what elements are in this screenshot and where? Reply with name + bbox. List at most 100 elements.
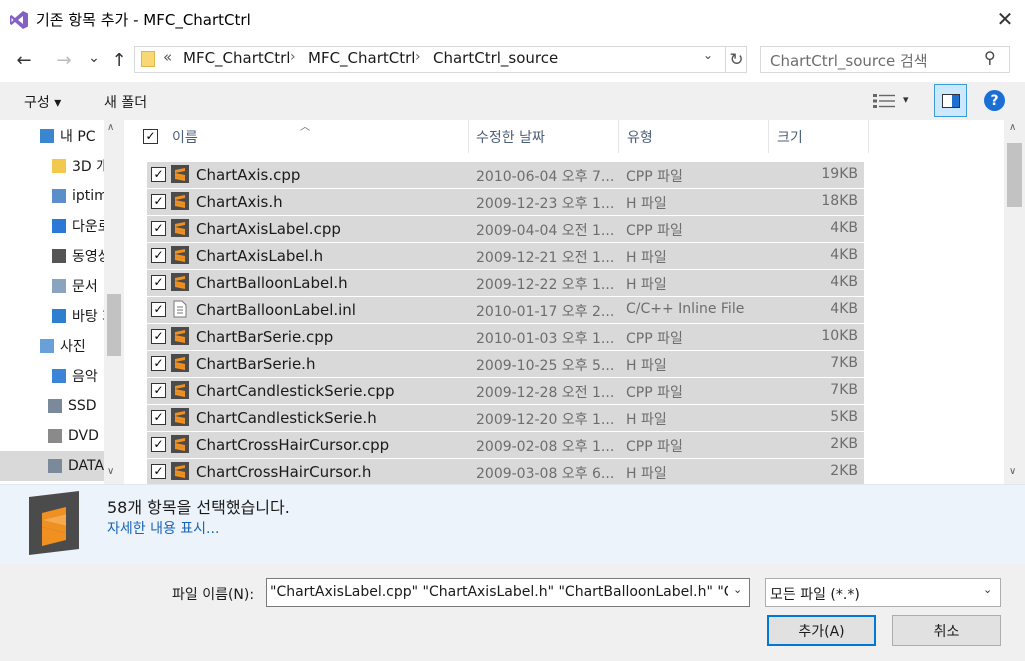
up-arrow-icon[interactable]: ↑ bbox=[107, 47, 131, 73]
file-date: 2009-12-23 오후 1... bbox=[476, 196, 614, 212]
file-date: 2009-12-20 오후 1... bbox=[476, 412, 614, 428]
breadcrumb-separator-icon[interactable]: › bbox=[290, 49, 296, 65]
sidebar-item[interactable]: 동영상 bbox=[0, 241, 104, 271]
file-size: 2KB bbox=[830, 436, 858, 452]
file-checkbox[interactable]: ✓ bbox=[151, 221, 166, 236]
file-checkbox[interactable]: ✓ bbox=[151, 275, 166, 290]
back-arrow-icon[interactable]: ← bbox=[12, 47, 36, 73]
file-checkbox[interactable]: ✓ bbox=[151, 248, 166, 263]
new-folder-button[interactable]: 새 폴더 bbox=[104, 92, 147, 112]
file-checkbox[interactable]: ✓ bbox=[151, 383, 166, 398]
sidebar-item[interactable]: SSD bbox=[0, 391, 104, 421]
breadcrumb-separator-icon[interactable]: › bbox=[415, 49, 421, 65]
file-type-value[interactable]: 모든 파일 (*.*) bbox=[770, 584, 860, 604]
sidebar-item-label: 동영상 bbox=[72, 249, 104, 265]
scroll-down-icon[interactable]: ∨ bbox=[1009, 466, 1016, 477]
breadcrumb-item[interactable]: MFC_ChartCtrl bbox=[183, 49, 290, 67]
file-type: C/C++ Inline File bbox=[626, 301, 745, 317]
close-icon[interactable]: ✕ bbox=[985, 0, 1025, 38]
view-options-icon[interactable] bbox=[873, 94, 895, 108]
column-header-date[interactable]: 수정한 날짜 bbox=[476, 120, 545, 153]
file-size: 4KB bbox=[830, 274, 858, 290]
sidebar-item[interactable]: 사진 bbox=[0, 331, 104, 361]
add-button[interactable]: 추가(A) bbox=[767, 615, 876, 646]
sidebar-item[interactable]: DATA bbox=[0, 451, 104, 481]
file-name: ChartCrossHairCursor.h bbox=[196, 463, 372, 481]
file-type: CPP 파일 bbox=[626, 439, 683, 455]
column-header-size[interactable]: 크기 bbox=[777, 120, 803, 153]
scroll-down-icon[interactable]: ∨ bbox=[107, 466, 114, 477]
column-divider[interactable] bbox=[468, 120, 469, 153]
cancel-button[interactable]: 취소 bbox=[892, 615, 1001, 646]
scroll-up-icon[interactable]: ∧ bbox=[107, 122, 114, 133]
sublime-icon bbox=[171, 273, 189, 291]
breadcrumb-item[interactable]: MFC_ChartCtrl bbox=[308, 49, 415, 67]
recent-locations-chevron-icon[interactable]: ⌄ bbox=[82, 45, 106, 71]
navigation-scrollbar-thumb[interactable] bbox=[107, 294, 121, 356]
sublime-icon bbox=[171, 165, 189, 183]
sidebar-item-label: 바탕 화면 bbox=[72, 309, 104, 325]
file-checkbox[interactable]: ✓ bbox=[151, 302, 166, 317]
sidebar-item-label: 다운로드 bbox=[72, 219, 104, 235]
preview-pane-button[interactable] bbox=[934, 84, 967, 117]
visual-studio-icon bbox=[10, 11, 28, 29]
column-divider[interactable] bbox=[618, 120, 619, 153]
breadcrumb-overflow-icon[interactable]: « bbox=[163, 48, 172, 66]
file-type: CPP 파일 bbox=[626, 169, 683, 185]
filename-value[interactable]: "ChartAxisLabel.cpp" "ChartAxisLabel.h" … bbox=[270, 584, 728, 600]
folder-3d-icon bbox=[52, 159, 66, 173]
breadcrumb-item-current[interactable]: ChartCtrl_source bbox=[433, 49, 558, 67]
file-size: 18KB bbox=[821, 193, 858, 209]
file-type-dropdown-icon[interactable]: ⌄ bbox=[983, 583, 992, 596]
file-checkbox[interactable]: ✓ bbox=[151, 464, 166, 479]
downloads-folder-icon bbox=[52, 219, 66, 233]
address-dropdown-icon[interactable]: ⌄ bbox=[703, 48, 721, 62]
file-name: ChartCandlestickSerie.cpp bbox=[196, 382, 395, 400]
preview-pane-icon bbox=[941, 93, 960, 108]
column-divider[interactable] bbox=[868, 120, 869, 153]
file-checkbox[interactable]: ✓ bbox=[151, 356, 166, 371]
sidebar-item[interactable]: 문서 bbox=[0, 271, 104, 301]
sidebar-item-label: iptime bbox=[72, 188, 104, 204]
file-name: ChartAxis.cpp bbox=[196, 166, 301, 184]
file-date: 2009-10-25 오후 5... bbox=[476, 358, 614, 374]
sidebar-item[interactable]: iptime bbox=[0, 181, 104, 211]
file-name: ChartCrossHairCursor.cpp bbox=[196, 436, 390, 454]
view-dropdown-icon[interactable]: ▾ bbox=[903, 93, 909, 106]
scroll-up-icon[interactable]: ∧ bbox=[1009, 122, 1016, 133]
organize-button[interactable]: 구성 ▾ bbox=[24, 92, 61, 112]
sidebar-item[interactable]: 음악 bbox=[0, 361, 104, 391]
column-header-name[interactable]: 이름 bbox=[172, 120, 198, 153]
file-size: 19KB bbox=[821, 166, 858, 182]
file-size: 10KB bbox=[821, 328, 858, 344]
file-checkbox[interactable]: ✓ bbox=[151, 410, 166, 425]
refresh-icon[interactable]: ↻ bbox=[725, 47, 747, 72]
filename-dropdown-icon[interactable]: ⌄ bbox=[733, 583, 742, 596]
search-placeholder: ChartCtrl_source 검색 bbox=[770, 52, 928, 70]
file-name: ChartBalloonLabel.h bbox=[196, 274, 348, 292]
sidebar-item[interactable]: 바탕 화면 bbox=[0, 301, 104, 331]
sublime-icon bbox=[171, 435, 189, 453]
file-checkbox[interactable]: ✓ bbox=[151, 329, 166, 344]
file-checkbox[interactable]: ✓ bbox=[151, 194, 166, 209]
column-divider[interactable] bbox=[768, 120, 769, 153]
sidebar-item[interactable]: DVD bbox=[0, 421, 104, 451]
select-all-checkbox[interactable]: ✓ bbox=[143, 129, 158, 144]
file-date: 2010-06-04 오후 7... bbox=[476, 169, 614, 185]
file-type: CPP 파일 bbox=[626, 331, 683, 347]
show-details-link[interactable]: 자세한 내용 표시... bbox=[107, 518, 219, 538]
drive-icon bbox=[48, 459, 62, 473]
search-icon[interactable]: ⚲ bbox=[984, 48, 996, 67]
help-icon[interactable]: ? bbox=[984, 90, 1005, 111]
file-checkbox[interactable]: ✓ bbox=[151, 167, 166, 182]
file-list-scrollbar-thumb[interactable] bbox=[1007, 143, 1022, 207]
sidebar-item[interactable]: 내 PC bbox=[0, 121, 104, 151]
file-type: CPP 파일 bbox=[626, 223, 683, 239]
column-header-type[interactable]: 유형 bbox=[627, 120, 653, 153]
sidebar-item[interactable]: 다운로드 bbox=[0, 211, 104, 241]
window-title: 기존 항목 추가 - MFC_ChartCtrl bbox=[36, 11, 251, 29]
file-checkbox[interactable]: ✓ bbox=[151, 437, 166, 452]
sidebar-item[interactable]: 3D 개체 bbox=[0, 151, 104, 181]
forward-arrow-icon[interactable]: → bbox=[52, 47, 76, 73]
file-date: 2009-02-08 오후 1... bbox=[476, 439, 614, 455]
